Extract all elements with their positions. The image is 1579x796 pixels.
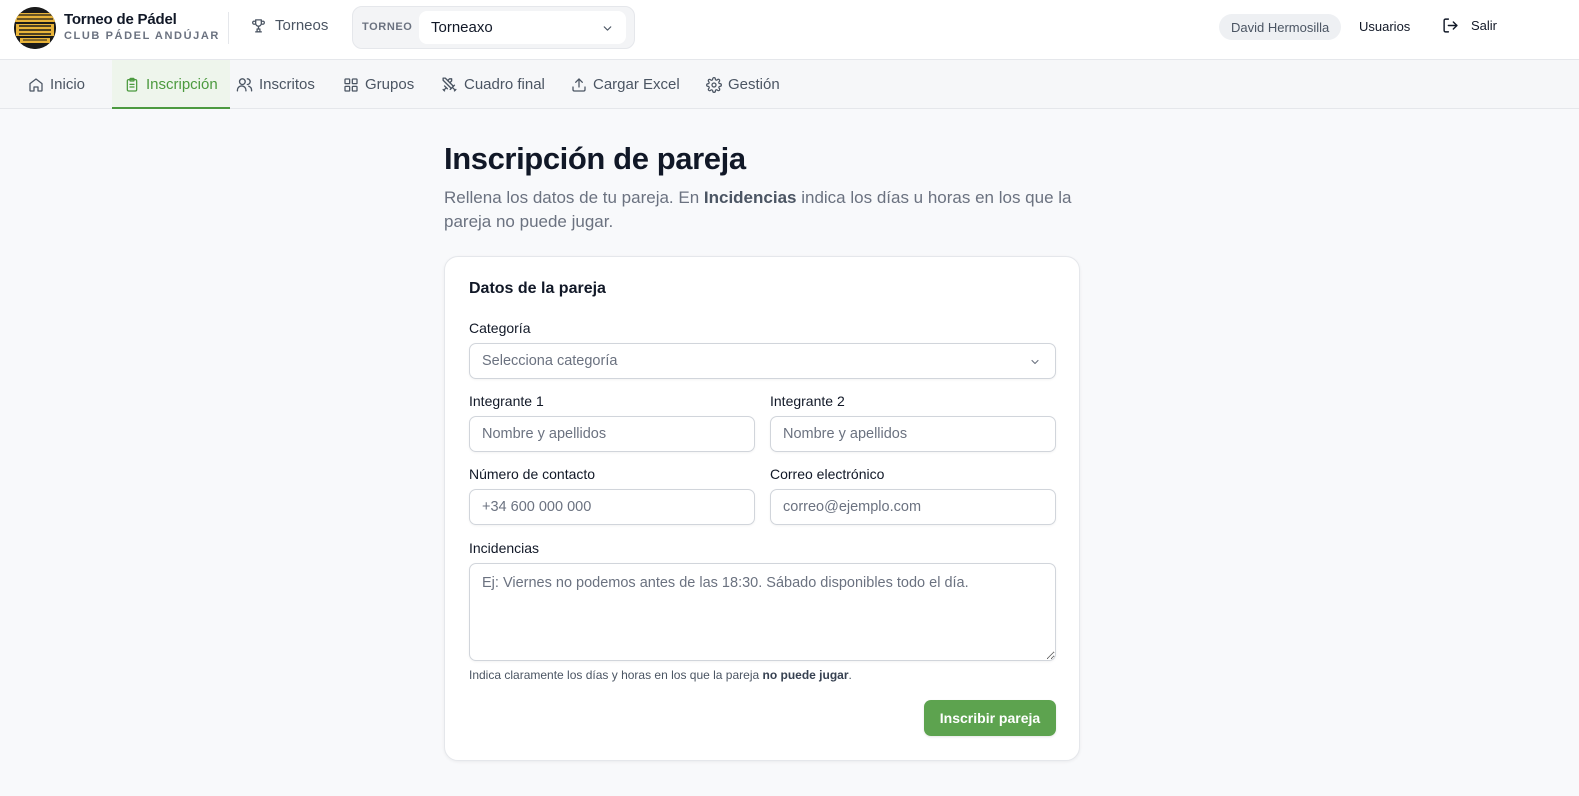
grid-icon [344, 77, 358, 92]
tab-label: Gestión [728, 76, 780, 93]
torneo-tag: TORNEO [362, 21, 413, 33]
brand: Torneo de Pádel CLUB PÁDEL ANDÚJAR [64, 11, 220, 42]
tab-label: Cuadro final [464, 76, 545, 93]
gear-icon [706, 76, 722, 93]
incidencias-textarea[interactable] [469, 563, 1056, 661]
swords-icon [442, 77, 457, 92]
top-header: Torneo de Pádel CLUB PÁDEL ANDÚJAR Torne… [0, 0, 1579, 60]
logout-button[interactable]: Salir [1442, 17, 1497, 34]
tab-inicio[interactable]: Inicio [26, 60, 87, 109]
user-badge: David Hermosilla [1219, 14, 1342, 40]
email-input[interactable] [770, 489, 1056, 525]
tab-cuadro-final[interactable]: Cuadro final [439, 60, 547, 109]
hint-text-end: . [848, 668, 852, 682]
card-title: Datos de la pareja [469, 280, 606, 297]
usuarios-link[interactable]: Usuarios [1359, 19, 1410, 34]
logout-label: Salir [1471, 18, 1498, 33]
incidencias-label: Incidencias [469, 540, 540, 556]
tab-label: Inscritos [259, 76, 315, 93]
chevron-down-icon [1031, 359, 1039, 365]
upload-icon [572, 77, 586, 92]
chevron-down-icon [603, 26, 612, 31]
integrante2-input[interactable] [770, 416, 1056, 452]
torneos-link[interactable]: Torneos [250, 17, 328, 34]
torneo-select[interactable]: Torneaxo [419, 11, 626, 44]
clipboard-icon [126, 77, 138, 92]
tab-label: Grupos [365, 76, 415, 93]
categoria-select[interactable]: Selecciona categoría [469, 343, 1056, 379]
tab-gestion[interactable]: Gestión [704, 60, 782, 109]
tab-grupos[interactable]: Grupos [341, 60, 416, 109]
pareja-form: Datos de la pareja Categoría Selecciona … [444, 256, 1080, 761]
tab-label: Inicio [50, 76, 86, 93]
logout-icon [1443, 18, 1458, 33]
categoria-placeholder: Selecciona categoría [482, 353, 618, 369]
categoria-label: Categoría [469, 320, 531, 336]
integrante1-label: Integrante 1 [469, 393, 544, 409]
torneo-selector: TORNEO Torneaxo [352, 6, 635, 49]
desc-bold: Incidencias [703, 188, 797, 207]
inscribir-button[interactable]: Inscribir pareja [924, 700, 1056, 736]
hint-bold: no puede jugar [762, 668, 849, 682]
header-divider [228, 12, 229, 44]
page-description: Rellena los datos de tu pareja. En Incid… [444, 186, 1084, 234]
trophy-icon [252, 19, 265, 33]
torneos-label: Torneos [275, 17, 329, 34]
hint-text: Indica claramente los días y horas en lo… [469, 668, 763, 682]
page-title: Inscripción de pareja [444, 141, 746, 176]
incidencias-hint: Indica claramente los días y horas en lo… [469, 668, 852, 682]
tab-inscritos[interactable]: Inscritos [234, 60, 317, 109]
tab-inscripcion[interactable]: Inscripción [112, 60, 230, 109]
brand-title: Torneo de Pádel [64, 11, 177, 28]
tab-label: Inscripción [146, 76, 218, 93]
email-label: Correo electrónico [770, 466, 885, 482]
tab-label: Cargar Excel [593, 76, 680, 93]
brand-subtitle: CLUB PÁDEL ANDÚJAR [64, 30, 220, 42]
integrante1-input[interactable] [469, 416, 755, 452]
torneo-selected-value: Torneaxo [431, 19, 493, 36]
telefono-label: Número de contacto [469, 466, 596, 482]
desc-text: Rellena los datos de tu pareja. En [444, 188, 704, 207]
club-logo[interactable] [14, 7, 56, 49]
integrante2-label: Integrante 2 [770, 393, 845, 409]
telefono-input[interactable] [469, 489, 755, 525]
main-nav: Inicio Inscripción Inscritos Grupos Cuad… [0, 60, 1579, 109]
home-icon [29, 77, 43, 92]
tab-cargar-excel[interactable]: Cargar Excel [569, 60, 682, 109]
users-icon [236, 78, 253, 92]
